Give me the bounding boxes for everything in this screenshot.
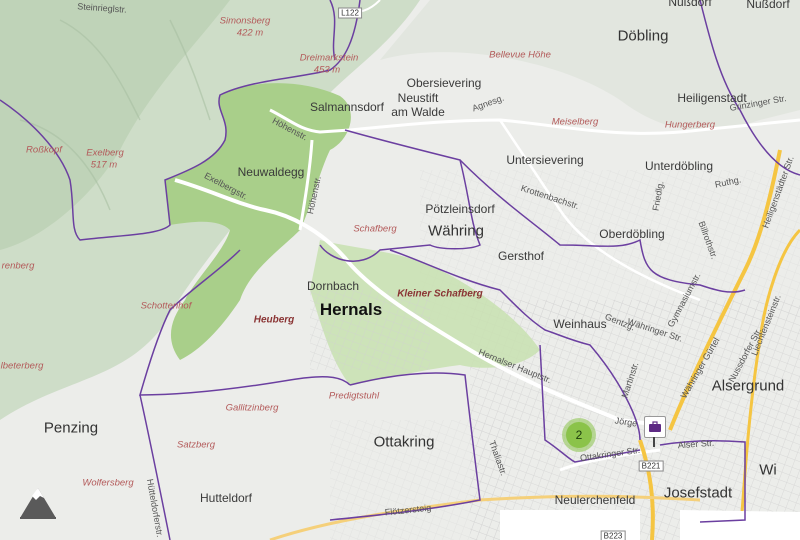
- district-label-doebling: Döbling: [617, 27, 669, 45]
- suburb-label-neustift: Neustift: [397, 91, 439, 105]
- district-label-josefstadt: Josefstadt: [663, 484, 733, 502]
- suburb-label-weinhaus: Weinhaus: [553, 317, 607, 331]
- cluster-count: 2: [566, 422, 592, 448]
- suburb-label-poetzleinsdorf: Pötzleinsdorf: [425, 202, 495, 216]
- road-shield-l122: L122: [338, 7, 362, 19]
- district-label-alsergrund: Alsergrund: [711, 377, 785, 395]
- peak-label-wolfersberg: Wolfersberg: [82, 477, 134, 489]
- peak-elevation-simonsberg: 422 m: [236, 27, 264, 39]
- road-shield-b223: B223: [600, 530, 626, 540]
- suburb-label-obersievering: Obersievering: [406, 76, 482, 90]
- suburb-label-nussdorf-partial: Nußdorf: [668, 0, 712, 9]
- suburb-label-am-walde: am Walde: [391, 105, 445, 119]
- peak-label-schafberg: Schafberg: [353, 223, 397, 235]
- peak-label-gallitzinberg: Gallitzinberg: [225, 402, 279, 414]
- peak-label-hungerberg: Hungerberg: [664, 119, 716, 131]
- district-label-penzing: Penzing: [43, 419, 99, 437]
- peak-label-heuberg: Heuberg: [253, 314, 295, 326]
- suburb-label-neulerchenfeld: Neulerchenfeld: [554, 493, 636, 507]
- map-base-layer: [0, 0, 800, 540]
- briefcase-icon: [649, 421, 661, 432]
- road-shield-b221: B221: [638, 460, 664, 472]
- suburb-label-hutteldorf: Hutteldorf: [199, 491, 253, 505]
- suburb-label-oberdoebling: Oberdöbling: [599, 227, 665, 241]
- district-label-waehring: Währing: [428, 222, 484, 240]
- poi-marker-pin: [653, 437, 655, 447]
- peak-label-kleiner-schafberg: Kleiner Schafberg: [397, 288, 483, 300]
- peak-label-renberg: renberg: [1, 260, 35, 272]
- peak-label-satzberg: Satzberg: [176, 439, 216, 451]
- peak-label-exelberg: Exelberg: [86, 147, 124, 159]
- peak-label-schottenhof: Schottenhof: [140, 300, 192, 312]
- suburb-label-nussdorf: Nußdorf: [746, 0, 790, 11]
- peak-elevation-exelberg: 517 m: [90, 159, 118, 171]
- suburb-label-unterdoebling: Unterdöbling: [644, 159, 714, 173]
- cluster-marker[interactable]: 2: [562, 418, 596, 452]
- map-canvas[interactable]: Döbling Währing Hernals Ottakring Penzin…: [0, 0, 800, 540]
- peak-label-predigtstuhl: Predigtstuhl: [328, 390, 380, 402]
- peak-label-rosskopf: Roßkopf: [26, 144, 62, 156]
- suburb-label-untersievering: Untersievering: [506, 153, 584, 167]
- suburb-label-salmannsdorf: Salmannsdorf: [309, 100, 385, 114]
- peak-label-simonsberg: Simonsberg: [219, 15, 271, 27]
- peak-elevation-dreimarkstein: 453 m: [313, 64, 341, 76]
- peak-label-meiselberg: Meiselberg: [551, 116, 599, 128]
- suburb-label-dornbach: Dornbach: [306, 279, 360, 293]
- mountain-logo-icon[interactable]: [16, 484, 60, 522]
- suburb-label-gersthof: Gersthof: [497, 249, 545, 263]
- peak-label-lbeterberg: lbeterberg: [0, 360, 44, 372]
- district-label-wien-partial: Wi: [759, 461, 777, 479]
- peak-label-bellevue: Bellevue Höhe: [489, 49, 551, 61]
- poi-marker[interactable]: [644, 416, 666, 438]
- district-label-hernals: Hernals: [319, 300, 383, 319]
- peak-label-dreimarkstein: Dreimarkstein: [299, 52, 359, 64]
- suburb-label-neuwaldegg: Neuwaldegg: [237, 165, 305, 179]
- district-label-ottakring: Ottakring: [373, 433, 435, 451]
